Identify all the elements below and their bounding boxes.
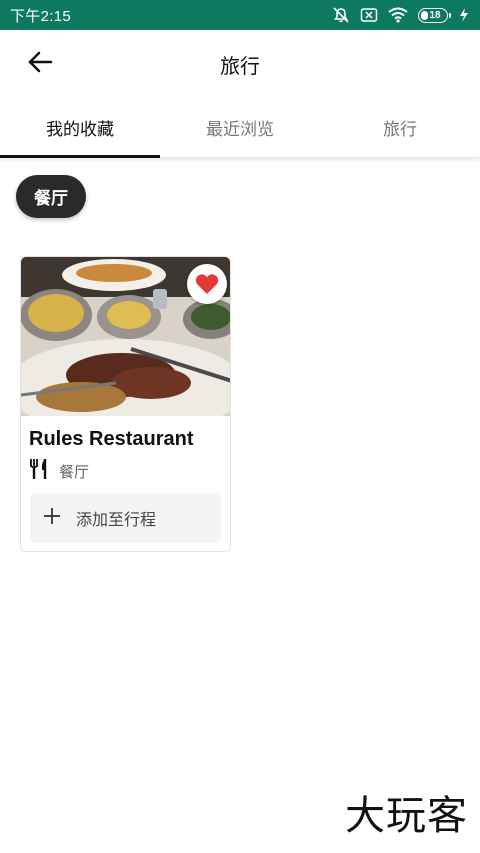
app-bar: 旅行 — [0, 30, 480, 98]
fork-knife-icon — [29, 458, 49, 484]
place-title: Rules Restaurant — [29, 428, 194, 450]
charging-icon — [458, 7, 470, 23]
tab-recently-viewed[interactable]: 最近浏览 — [160, 98, 320, 157]
status-icons: 18 — [332, 6, 470, 24]
add-to-itinerary-button[interactable]: 添加至行程 — [30, 493, 221, 543]
restaurant-photo — [21, 257, 230, 416]
arrow-left-icon — [27, 51, 53, 77]
filter-chip-restaurant[interactable]: 餐厅 — [16, 175, 86, 218]
status-bar: 下午2:15 18 — [0, 0, 480, 30]
status-time: 下午2:15 — [10, 7, 71, 25]
heart-icon — [195, 273, 219, 295]
plus-icon — [42, 506, 62, 530]
wifi-icon — [388, 7, 408, 23]
page-title: 旅行 — [220, 53, 260, 78]
battery-icon: 18 — [418, 7, 451, 23]
tab-favorites[interactable]: 我的收藏 — [0, 98, 160, 158]
do-not-disturb-icon — [332, 6, 350, 24]
place-card[interactable]: Rules Restaurant 餐厅 添加至行程 — [20, 256, 231, 552]
place-category-label: 餐厅 — [59, 462, 90, 481]
favorite-button[interactable] — [187, 264, 227, 304]
add-to-itinerary-label: 添加至行程 — [76, 510, 157, 529]
tab-travel[interactable]: 旅行 — [320, 98, 480, 157]
sim-off-icon — [360, 7, 378, 23]
watermark: 大玩客 — [345, 793, 468, 839]
place-category: 餐厅 — [29, 458, 89, 484]
back-button[interactable] — [18, 46, 62, 82]
tab-bar: 我的收藏 最近浏览 旅行 — [0, 98, 480, 158]
battery-level: 18 — [429, 9, 441, 21]
